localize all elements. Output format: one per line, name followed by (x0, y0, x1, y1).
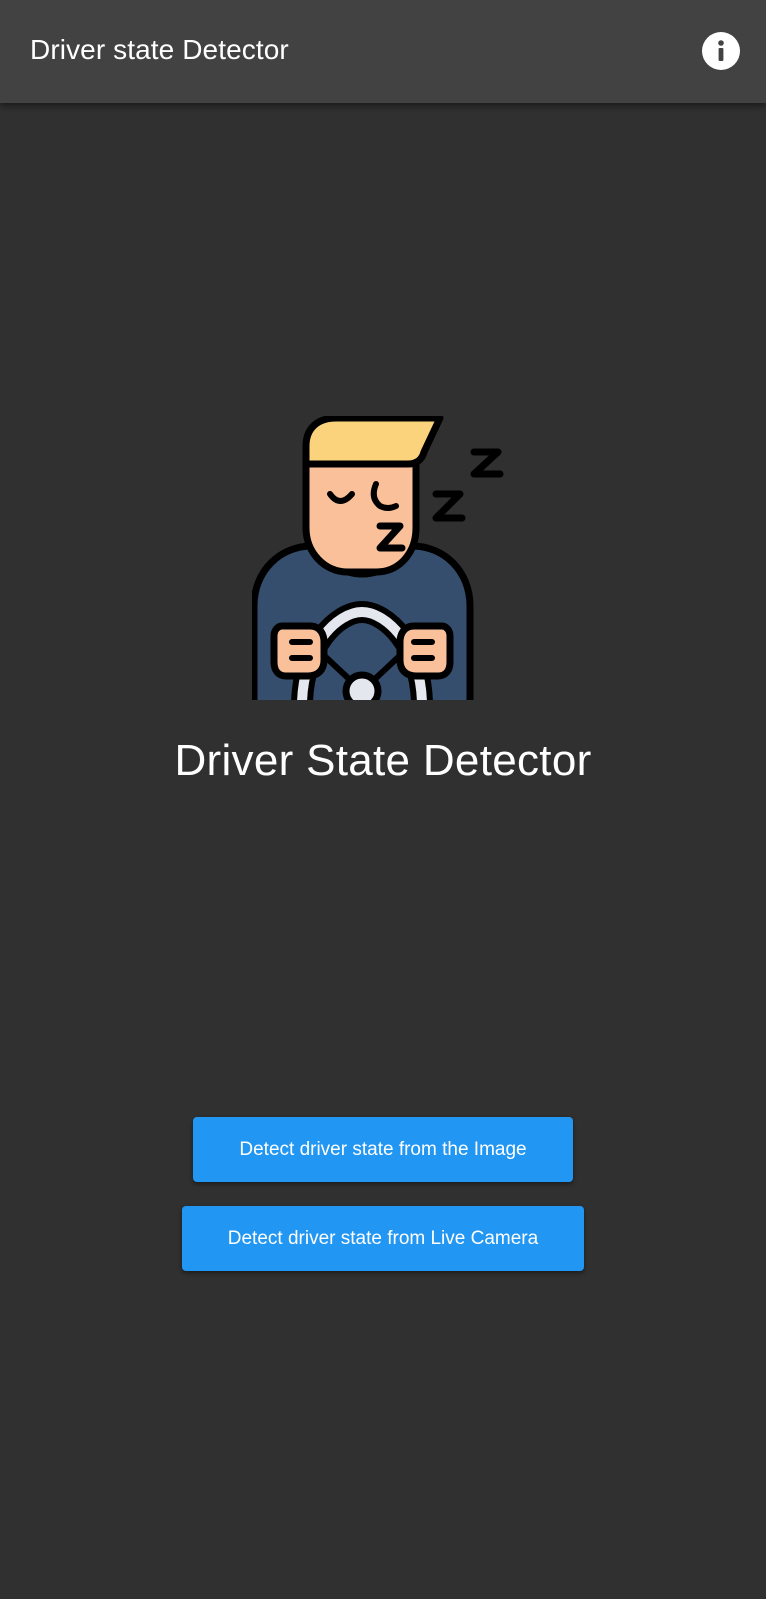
detect-from-image-button[interactable]: Detect driver state from the Image (193, 1117, 573, 1182)
detect-from-live-camera-button[interactable]: Detect driver state from Live Camera (182, 1206, 584, 1271)
info-icon[interactable] (702, 32, 740, 70)
hero-title: Driver State Detector (174, 736, 592, 785)
app-bar-title: Driver state Detector (30, 34, 289, 65)
sleeping-driver-illustration (252, 416, 514, 700)
app-bar: Driver state Detector (0, 0, 766, 103)
app-screen: Driver state Detector Driver State Detec… (0, 0, 766, 1599)
